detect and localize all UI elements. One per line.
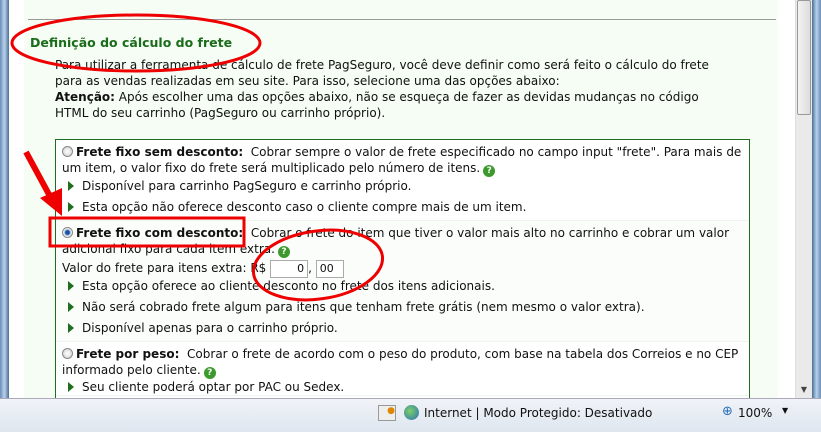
triangle-bullet-icon [68, 281, 74, 291]
bullet-text: Seu cliente poderá optar por PAC ou Sede… [82, 380, 345, 394]
bullet-text: Não será cobrado frete algum para itens … [82, 300, 645, 314]
list-item: Disponível apenas para o carrinho própri… [62, 320, 743, 336]
divider [28, 19, 776, 20]
intro-line: Para utilizar a ferramenta de cálculo de… [55, 58, 709, 72]
security-zone-text[interactable]: Internet | Modo Protegido: Desativado [424, 406, 652, 420]
colon: : [174, 347, 180, 361]
triangle-bullet-icon [68, 202, 74, 212]
bullet-text: Disponível apenas para o carrinho própri… [82, 321, 338, 335]
triangle-bullet-icon [68, 323, 74, 333]
option-header: Frete fixo com desconto: Cobrar o frete … [62, 225, 743, 258]
popup-warning-icon[interactable]: ● [378, 405, 396, 421]
currency-label: R$ [250, 261, 267, 275]
status-bar: ● Internet | Modo Protegido: Desativado … [0, 398, 821, 432]
intro-line: para as vendas realizadas em seu site. P… [55, 74, 560, 88]
extra-value-integer-input[interactable]: 0 [270, 259, 309, 278]
radio-weight[interactable] [62, 348, 73, 359]
list-item: Esta opção oferece ao cliente desconto n… [62, 278, 743, 294]
zoom-dropdown-icon[interactable]: ▼ [782, 406, 788, 415]
scroll-down-arrow-icon[interactable]: ▼ [796, 382, 812, 398]
intro-text: Para utilizar a ferramenta de cálculo de… [55, 57, 755, 121]
triangle-bullet-icon [68, 181, 74, 191]
zoom-level[interactable]: 100% [738, 406, 772, 420]
extra-value-decimal-input[interactable]: 00 [315, 259, 344, 278]
scrollbar-thumb[interactable] [797, 0, 811, 115]
extra-value-label: Valor do frete para itens extra: [62, 261, 247, 275]
attention-text: Após escolher uma das opções abaixo, não… [114, 90, 699, 104]
list-item: Disponível para carrinho PagSeguro e car… [62, 178, 743, 194]
shipping-options-box: Frete fixo sem desconto: Cobrar sempre o… [55, 139, 750, 398]
help-icon[interactable]: ? [483, 165, 496, 177]
option-label: Frete fixo sem desconto [76, 145, 239, 159]
colon: : [238, 145, 244, 159]
attention-line: Atenção: Após escolher uma das opções ab… [55, 89, 755, 105]
triangle-bullet-icon [68, 382, 74, 392]
option-fixed-no-discount: Frete fixo sem desconto: Cobrar sempre o… [56, 140, 749, 221]
colon: : [238, 226, 244, 240]
vertical-scrollbar[interactable]: ▼ [795, 0, 812, 398]
list-item: Esta opção não oferece desconto caso o c… [62, 199, 743, 215]
option-header: Frete por peso: Cobrar o frete de acordo… [62, 346, 743, 379]
bullet-text: Esta opção oferece ao cliente desconto n… [82, 279, 495, 293]
radio-fixed-no-discount[interactable] [62, 146, 73, 157]
bullet-text: Esta opção não oferece desconto caso o c… [82, 200, 527, 214]
attention-label: Atenção: [55, 90, 115, 104]
option-weight: Frete por peso: Cobrar o frete de acordo… [56, 342, 749, 396]
zoom-magnifier-icon[interactable]: ⊕ [722, 404, 733, 419]
option-label: Frete fixo com desconto [76, 226, 239, 240]
extra-value-row: Valor do frete para itens extra: R$ 0, 0… [62, 258, 743, 278]
globe-icon [404, 405, 419, 420]
list-item: Seu cliente poderá optar por PAC ou Sede… [62, 379, 743, 395]
radio-fixed-with-discount[interactable] [62, 227, 73, 238]
list-item: Não será cobrado frete algum para itens … [62, 299, 743, 315]
option-label: Frete por peso [76, 347, 175, 361]
decimal-separator: , [308, 261, 312, 275]
window-frame-right [812, 0, 821, 400]
option-fixed-with-discount: Frete fixo com desconto: Cobrar o frete … [56, 221, 749, 342]
window-frame-left [0, 0, 9, 400]
intro-line: HTML do seu carrinho (PagSeguro ou carri… [55, 106, 386, 120]
section-title: Definição do cálculo do frete [30, 35, 233, 50]
triangle-bullet-icon [68, 302, 74, 312]
option-header: Frete fixo sem desconto: Cobrar sempre o… [62, 144, 743, 177]
help-icon[interactable]: ? [277, 246, 290, 258]
bullet-text: Disponível para carrinho PagSeguro e car… [82, 179, 412, 193]
help-icon[interactable]: ? [203, 367, 216, 379]
